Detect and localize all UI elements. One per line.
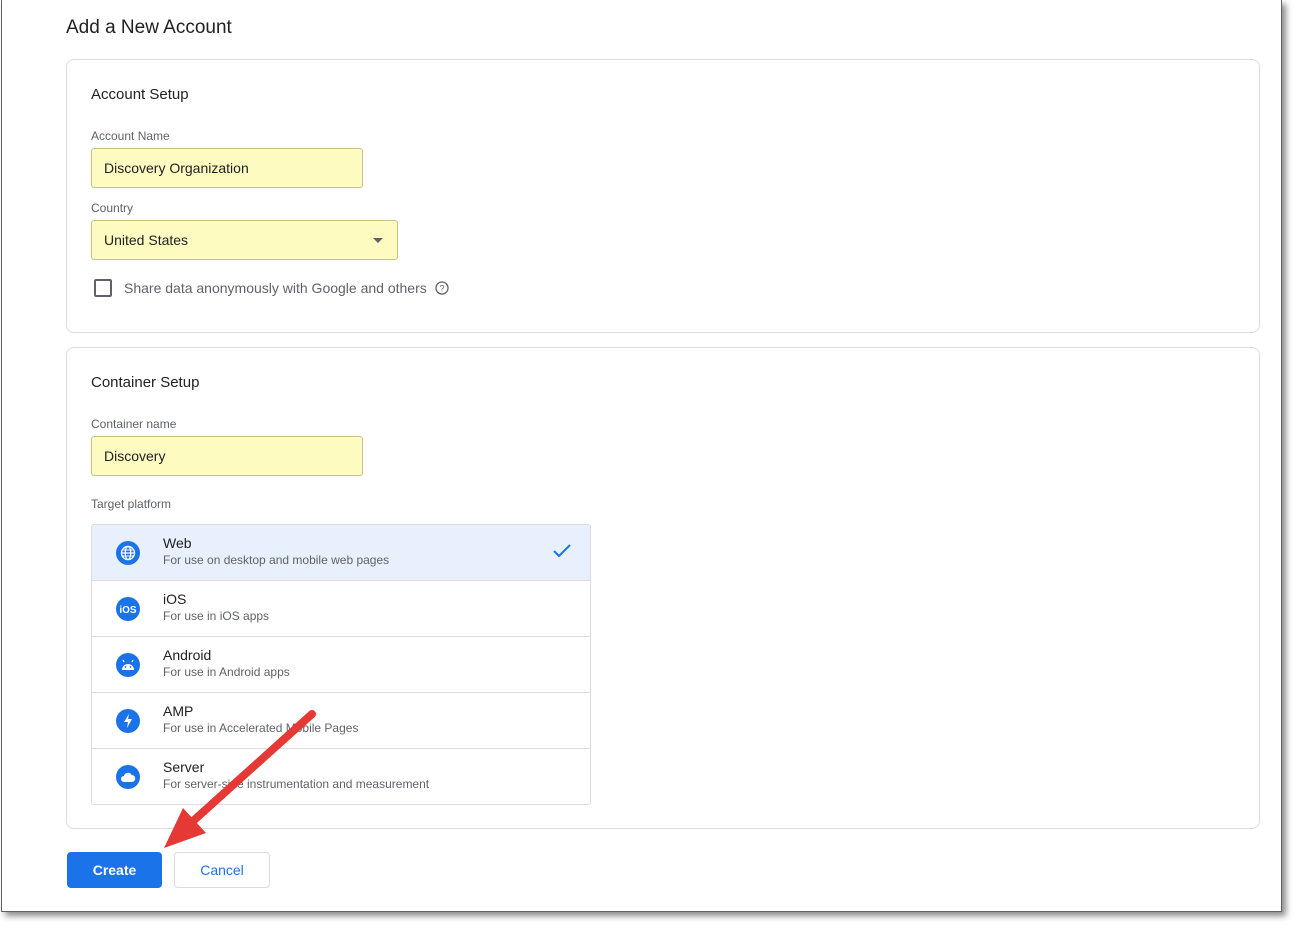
platform-item-server[interactable]: Server For server-side instrumentation a… [92,748,590,804]
platform-title: Server [163,759,205,775]
platform-title: Android [163,647,212,663]
account-name-input[interactable]: Discovery Organization [91,148,363,188]
container-name-label: Container name [91,417,177,431]
share-data-checkbox[interactable] [94,279,112,297]
platform-desc: For server-side instrumentation and meas… [163,777,430,791]
platform-item-web[interactable]: Web For use on desktop and mobile web pa… [92,525,590,580]
country-value: United States [104,232,189,248]
lightning-icon [116,709,140,733]
cancel-button[interactable]: Cancel [174,852,270,888]
platform-list: Web For use on desktop and mobile web pa… [91,524,591,805]
create-button[interactable]: Create [67,852,162,888]
account-name-value: Discovery Organization [104,160,249,176]
platform-title: iOS [163,591,187,607]
target-platform-label: Target platform [91,497,172,511]
android-icon [116,653,140,677]
container-name-input[interactable]: Discovery [91,436,363,476]
platform-desc: For use on desktop and mobile web pages [163,553,390,567]
account-setup-title: Account Setup [91,86,189,103]
globe-icon [116,541,140,565]
account-setup-card: Account Setup Account Name Discovery Org… [66,59,1260,333]
page-title: Add a New Account [66,17,232,38]
container-setup-title: Container Setup [91,374,200,391]
platform-item-android[interactable]: Android For use in Android apps [92,636,590,692]
country-select[interactable]: United States [91,220,398,260]
share-data-row: Share data anonymously with Google and o… [94,279,449,297]
platform-item-amp[interactable]: AMP For use in Accelerated Mobile Pages [92,692,590,748]
svg-text:iOS: iOS [119,605,137,615]
platform-title: Web [163,535,192,551]
platform-desc: For use in iOS apps [163,609,270,623]
cloud-icon [116,765,140,789]
country-label: Country [91,201,134,215]
container-setup-card: Container Setup Container name Discovery… [66,347,1260,829]
account-name-label: Account Name [91,129,170,143]
svg-text:?: ? [439,284,444,294]
checkmark-icon [552,543,572,564]
dropdown-arrow-icon [373,238,383,243]
help-icon[interactable]: ? [435,281,449,295]
container-name-value: Discovery [104,448,166,464]
ios-icon: iOS [116,597,140,621]
platform-item-ios[interactable]: iOS iOS For use in iOS apps [92,580,590,636]
app-window: Add a New Account Account Setup Account … [1,0,1282,912]
platform-desc: For use in Accelerated Mobile Pages [163,721,359,735]
platform-desc: For use in Android apps [163,665,290,679]
share-data-label: Share data anonymously with Google and o… [124,280,427,296]
platform-title: AMP [163,703,194,719]
